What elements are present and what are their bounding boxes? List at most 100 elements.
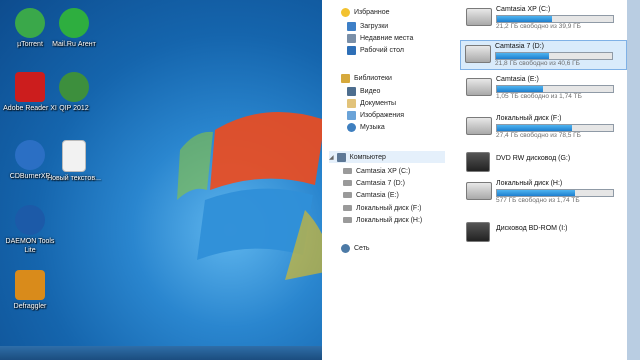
drive-name: Camtasia 7 (D:): [495, 43, 545, 50]
nav-item-video[interactable]: Видео: [347, 85, 380, 97]
libraries-icon: [341, 73, 350, 83]
drive-usage-fill: [497, 86, 544, 92]
nav-item-label: Музыка: [360, 123, 385, 131]
nav-item-label: Camtasia 7 (D:): [356, 179, 406, 187]
documents-library-icon: [347, 98, 356, 108]
nav-item-downloads[interactable]: Загрузки: [347, 20, 388, 32]
drive-item-g[interactable]: DVD RW дисковод (G:): [462, 148, 627, 176]
desktop-icon-defraggler[interactable]: Defraggler: [2, 270, 58, 311]
nav-item-music[interactable]: Музыка: [347, 121, 385, 133]
pictures-library-icon: [347, 110, 356, 120]
desktop-folder-icon: [347, 45, 356, 55]
nav-computer-label: Компьютер: [349, 153, 386, 161]
nav-item-label: Загрузки: [360, 22, 389, 30]
nav-item-documents[interactable]: Документы: [347, 97, 396, 109]
nav-item-drive-h[interactable]: Локальный диск (H:): [343, 214, 422, 226]
hard-drive-icon: [343, 217, 352, 223]
star-icon: [341, 7, 350, 17]
nav-network-label: Сеть: [354, 244, 370, 252]
desktop-icon-label: QIP 2012: [59, 105, 89, 112]
nav-computer[interactable]: ◢ Компьютер: [329, 151, 445, 163]
taskbar: [0, 346, 322, 360]
hard-drive-icon: [343, 205, 352, 211]
nav-libraries[interactable]: Библиотеки: [341, 72, 392, 84]
nav-item-drive-d[interactable]: Camtasia 7 (D:): [343, 177, 405, 189]
nav-item-desktop[interactable]: Рабочий стол: [347, 44, 404, 56]
drive-usage-fill: [497, 16, 552, 22]
nav-item-drive-e[interactable]: Camtasia (E:): [343, 189, 399, 201]
downloads-folder-icon: [347, 21, 356, 31]
drive-usage-bar: [496, 15, 614, 23]
nav-network[interactable]: Сеть: [341, 242, 370, 254]
drive-free-space: 577 ГБ свободно из 1,74 ТБ: [496, 197, 580, 204]
desktop-icon-text-document[interactable]: Новый текстов...: [46, 140, 102, 183]
nav-item-label: Рабочий стол: [360, 46, 404, 54]
drive-name: DVD RW дисковод (G:): [496, 155, 571, 162]
drive-usage-fill: [497, 125, 573, 131]
hard-drive-icon: [466, 117, 492, 135]
desktop-icon-daemon-tools[interactable]: DAEMON Tools Lite: [2, 205, 58, 255]
nav-item-label: Изображения: [360, 111, 404, 119]
nav-item-label: Недавние места: [360, 34, 414, 42]
defraggler-icon: [15, 270, 45, 300]
desktop-icon-label: Mail.Ru Агент: [52, 41, 96, 48]
nav-item-label: Документы: [360, 99, 397, 107]
navigation-pane: Избранное Загрузки Недавние места Рабочи…: [327, 0, 447, 360]
drive-item-f[interactable]: Локальный диск (F:) 27,4 ГБ свободно из …: [462, 113, 627, 141]
hard-drive-icon: [466, 78, 492, 96]
hard-drive-icon: [466, 8, 492, 26]
drive-usage-bar: [496, 189, 614, 197]
drive-usage-bar: [496, 85, 614, 93]
drive-name: Дисковод BD-ROM (I:): [496, 225, 568, 232]
mailru-agent-icon: [59, 8, 89, 38]
hard-drive-icon: [343, 192, 352, 198]
nav-item-label: Видео: [360, 87, 381, 95]
drive-name: Локальный диск (F:): [496, 115, 562, 122]
bd-rom-drive-icon: [466, 222, 490, 242]
drive-item-d[interactable]: Camtasia 7 (D:) 21,8 ГБ свободно из 40,6…: [460, 40, 627, 70]
drive-name: Camtasia (E:): [496, 76, 539, 83]
adobe-reader-icon: [15, 72, 45, 102]
nav-item-label: Локальный диск (F:): [356, 204, 422, 212]
nav-item-label: Локальный диск (H:): [356, 216, 423, 224]
desktop-icon-qip[interactable]: QIP 2012: [46, 72, 102, 113]
drive-item-e[interactable]: Camtasia (E:) 1,05 ТБ свободно из 1,74 Т…: [462, 74, 627, 102]
music-library-icon: [347, 122, 356, 132]
drive-usage-fill: [497, 190, 575, 196]
nav-item-drive-f[interactable]: Локальный диск (F:): [343, 202, 421, 214]
drive-name: Локальный диск (H:): [496, 180, 563, 187]
nav-item-label: Camtasia XP (C:): [356, 167, 411, 175]
drive-usage-bar: [495, 52, 613, 60]
drive-free-space: 21,2 ГБ свободно из 39,9 ГБ: [496, 23, 581, 30]
text-document-icon: [62, 140, 86, 172]
nav-item-drive-c[interactable]: Camtasia XP (C:): [343, 165, 410, 177]
drive-name: Camtasia XP (C:): [496, 6, 551, 13]
drive-free-space: 27,4 ГБ свободно из 78,5 ГБ: [496, 132, 581, 139]
desktop-icon-label: DAEMON Tools Lite: [5, 238, 55, 254]
window-frame-right: [627, 0, 640, 360]
desktop-icon-label: Defraggler: [13, 303, 47, 310]
qip-icon: [59, 72, 89, 102]
drive-item-i[interactable]: Дисковод BD-ROM (I:): [462, 218, 627, 246]
hard-drive-icon: [465, 45, 491, 63]
collapse-arrow-icon[interactable]: ◢: [329, 154, 334, 161]
nav-favorites[interactable]: Избранное: [341, 6, 389, 18]
recent-places-icon: [347, 33, 356, 43]
cdburnerxp-icon: [15, 140, 45, 170]
drive-usage-fill: [496, 53, 550, 59]
drive-free-space: 1,05 ТБ свободно из 1,74 ТБ: [496, 93, 582, 100]
drives-pane: Camtasia XP (C:) 21,2 ГБ свободно из 39,…: [450, 0, 627, 360]
video-library-icon: [347, 86, 356, 96]
network-icon: [341, 243, 350, 253]
drive-free-space: 21,8 ГБ свободно из 40,6 ГБ: [495, 60, 580, 67]
drive-usage-bar: [496, 124, 614, 132]
nav-item-recent-places[interactable]: Недавние места: [347, 32, 413, 44]
desktop-icon-mailru[interactable]: Mail.Ru Агент: [46, 8, 102, 49]
drive-item-c[interactable]: Camtasia XP (C:) 21,2 ГБ свободно из 39,…: [462, 4, 627, 32]
desktop: µTorrent Mail.Ru Агент Adobe Reader XI Q…: [0, 0, 322, 360]
nav-item-pictures[interactable]: Изображения: [347, 109, 404, 121]
nav-libraries-label: Библиотеки: [354, 74, 392, 82]
desktop-icon-label: Новый текстов...: [47, 175, 101, 182]
drive-item-h[interactable]: Локальный диск (H:) 577 ГБ свободно из 1…: [462, 178, 627, 206]
nav-item-label: Camtasia (E:): [356, 191, 399, 199]
